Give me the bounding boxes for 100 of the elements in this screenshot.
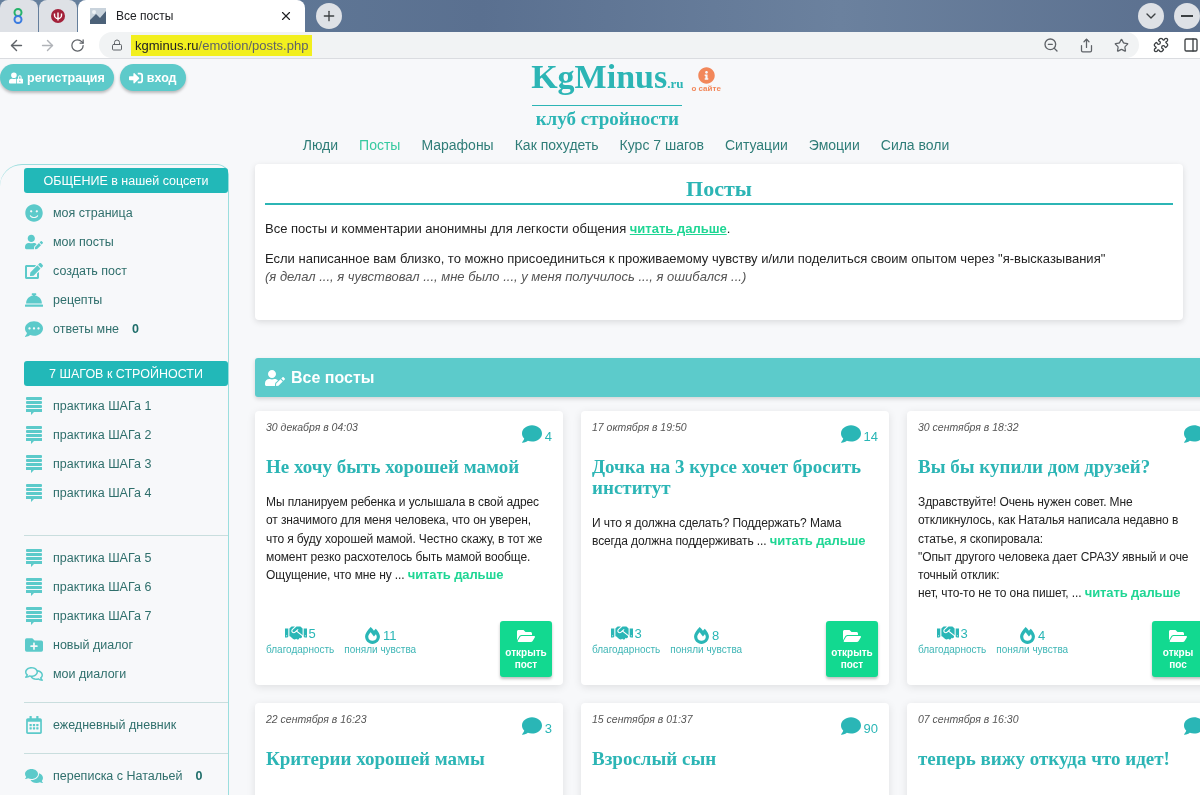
site-logo-name[interactable]: KgMinus.ru <box>531 59 684 102</box>
post-date: 30 декабря в 04:03 <box>266 421 358 433</box>
sidebar-item[interactable]: ответы мне 0 <box>24 314 228 343</box>
zoom-out-icon[interactable] <box>1043 37 1059 53</box>
list-icon <box>25 548 42 567</box>
sidebar-item[interactable]: мои посты <box>24 227 228 256</box>
sidebar-item[interactable]: рецепты <box>24 285 228 314</box>
browser-tab[interactable] <box>39 0 77 32</box>
post-title[interactable]: Критерии хорошей мамы <box>266 748 552 769</box>
sidebar-item[interactable]: ежедневный дневник <box>24 710 228 739</box>
post-title[interactable]: Вы бы купили дом друзей? <box>918 456 1200 477</box>
extensions-icon[interactable] <box>1153 37 1169 53</box>
folder-icon <box>1169 627 1187 645</box>
nav-link[interactable]: Эмоции <box>808 137 860 164</box>
thanks-label: благодарность <box>266 644 335 655</box>
reload-icon[interactable] <box>70 37 85 53</box>
comment-count: 3 <box>544 721 552 736</box>
thanks-label: благодарность <box>918 644 987 655</box>
side-panel-icon[interactable] <box>1183 37 1199 53</box>
site-icon <box>12 8 24 24</box>
user-edit-icon <box>24 232 43 251</box>
nav-link[interactable]: Люди <box>302 137 339 164</box>
sidebar-item[interactable]: мои диалоги <box>24 659 228 688</box>
comment-icon <box>521 424 542 444</box>
sidebar-heading: 7 ШАГОВ к СТРОЙНОСТИ <box>24 361 228 386</box>
intro-paragraph: Если написанное вам близко, то можно присоединиться к проживаемому чувству и/или поделиться своим опытом через "я-высказывания" (я делал ..., я чувствовал ..., мне было ..., у меня получилось ..., я ошибался ...) <box>265 250 1107 286</box>
sidebar-item[interactable]: практика ШАГа 6 <box>24 572 228 601</box>
user-lock-icon <box>9 70 23 85</box>
sidebar-item[interactable]: новый диалог <box>24 630 228 659</box>
sidebar-item[interactable]: практика ШАГа 5 <box>24 543 228 572</box>
feelings-label: поняли чувства <box>670 644 743 655</box>
folder-icon <box>843 627 861 645</box>
thanks-label: благодарность <box>592 644 661 655</box>
edit-icon <box>24 261 43 280</box>
comment-count: 14 <box>863 429 878 444</box>
smile-icon <box>24 203 43 222</box>
minimize-button[interactable] <box>1174 3 1200 29</box>
sidebar-item[interactable]: практика ШАГа 2 <box>24 420 228 449</box>
sidebar-item[interactable]: моя страница <box>24 198 228 227</box>
comment-count: 4 <box>544 429 552 444</box>
post-title[interactable]: Дочка на 3 курсе хочет бросить институт <box>592 456 878 498</box>
feelings-label: поняли чувства <box>344 644 417 655</box>
post-excerpt: Мы планируем ребенка и услышала в свой адрес от значимого для меня человека, что он уверен, что я буду хорошей мамой. Честно скажу, в тот же момент резко расхотелось быть мамой вообще. Ощущение, что мне ну ... читать дальше <box>266 494 544 585</box>
nav-link[interactable]: Как похудеть <box>514 137 599 164</box>
info-icon[interactable] <box>697 67 715 84</box>
nav-link[interactable]: Марафоны <box>421 137 494 164</box>
site-tagline: клуб стройности <box>535 108 679 130</box>
flame-icon[interactable] <box>363 627 381 644</box>
page-title: Посты <box>265 176 1173 205</box>
service-bell-icon <box>24 290 43 309</box>
post-title[interactable]: теперь вижу откуда что идет! <box>918 748 1200 769</box>
post-excerpt: И что я должна сделать? Поддержать? Мама всегда должна поддерживать ... читать дальше <box>592 515 867 551</box>
close-icon[interactable] <box>279 9 293 23</box>
share-icon[interactable] <box>1079 37 1094 53</box>
flame-icon[interactable] <box>1019 627 1037 644</box>
sidebar-item[interactable]: переписка с Натальей 0 <box>24 761 228 790</box>
comment-icon <box>1184 424 1200 444</box>
sidebar-item[interactable]: практика ШАГа 7 <box>24 601 228 630</box>
sidebar-item[interactable]: практика ШАГа 4 <box>24 478 228 507</box>
post-title[interactable]: Не хочу быть хорошей мамой <box>266 456 552 477</box>
list-icon <box>25 425 42 444</box>
address-bar[interactable]: kgminus.ru/emotion/posts.php <box>99 32 1139 58</box>
thanks-count: 3 <box>960 625 968 641</box>
nav-link[interactable]: Курс 7 шагов <box>619 137 704 164</box>
comment-icon <box>1184 716 1200 736</box>
sidebar-item[interactable]: практика ШАГа 1 <box>24 391 228 420</box>
star-icon[interactable] <box>1114 37 1129 53</box>
post-excerpt: Здравствуйте! Очень нужен совет. Мне откликнулось, как Наталья написала недавно в статье, я скопировала: "Опыт другого человека дает СРАЗУ явный и оче точный отклик: нет, что-то не то она пишет, ... читать дальше <box>918 494 1190 603</box>
browser-tab[interactable] <box>0 0 38 32</box>
thanks-count: 5 <box>308 625 316 641</box>
post-date: 07 сентября в 16:30 <box>918 713 1019 725</box>
nav-link[interactable]: Ситуации <box>725 137 788 164</box>
comments-icon <box>24 664 43 683</box>
site-icon <box>51 8 65 24</box>
lock-icon <box>111 39 123 51</box>
comment-icon <box>840 716 861 736</box>
nav-link[interactable]: Сила воли <box>880 137 950 164</box>
sidebar-item[interactable]: создать пост <box>24 256 228 285</box>
user-edit-icon <box>265 367 285 388</box>
about-link[interactable]: о сайте <box>691 84 721 93</box>
feelings-count: 11 <box>382 628 397 643</box>
flame-icon[interactable] <box>693 627 711 644</box>
tab-search-button[interactable] <box>1138 3 1164 29</box>
sign-in-icon <box>128 70 143 85</box>
feelings-label: поняли чувства <box>996 644 1069 655</box>
site-icon <box>90 8 106 24</box>
list-icon <box>25 606 42 625</box>
new-tab-button[interactable] <box>316 3 342 29</box>
post-date: 17 октября в 19:50 <box>592 421 687 433</box>
post-date: 15 сентября в 01:37 <box>592 713 693 725</box>
post-date: 30 сентября в 18:32 <box>918 421 1019 433</box>
intro-text: Все посты и комментарии анонимны для легкости общения читать дальше. <box>265 221 732 236</box>
comment-icon <box>840 424 861 444</box>
sidebar-item[interactable]: практика ШАГа 3 <box>24 449 228 478</box>
calendar-icon <box>24 715 43 734</box>
browser-tab[interactable]: Все посты <box>78 0 305 32</box>
sidebar-heading: ОБЩЕНИЕ в нашей соцсети <box>24 168 228 193</box>
comment-icon <box>24 319 43 338</box>
comments-icon <box>24 766 43 785</box>
post-title[interactable]: Взрослый сын <box>592 748 878 769</box>
